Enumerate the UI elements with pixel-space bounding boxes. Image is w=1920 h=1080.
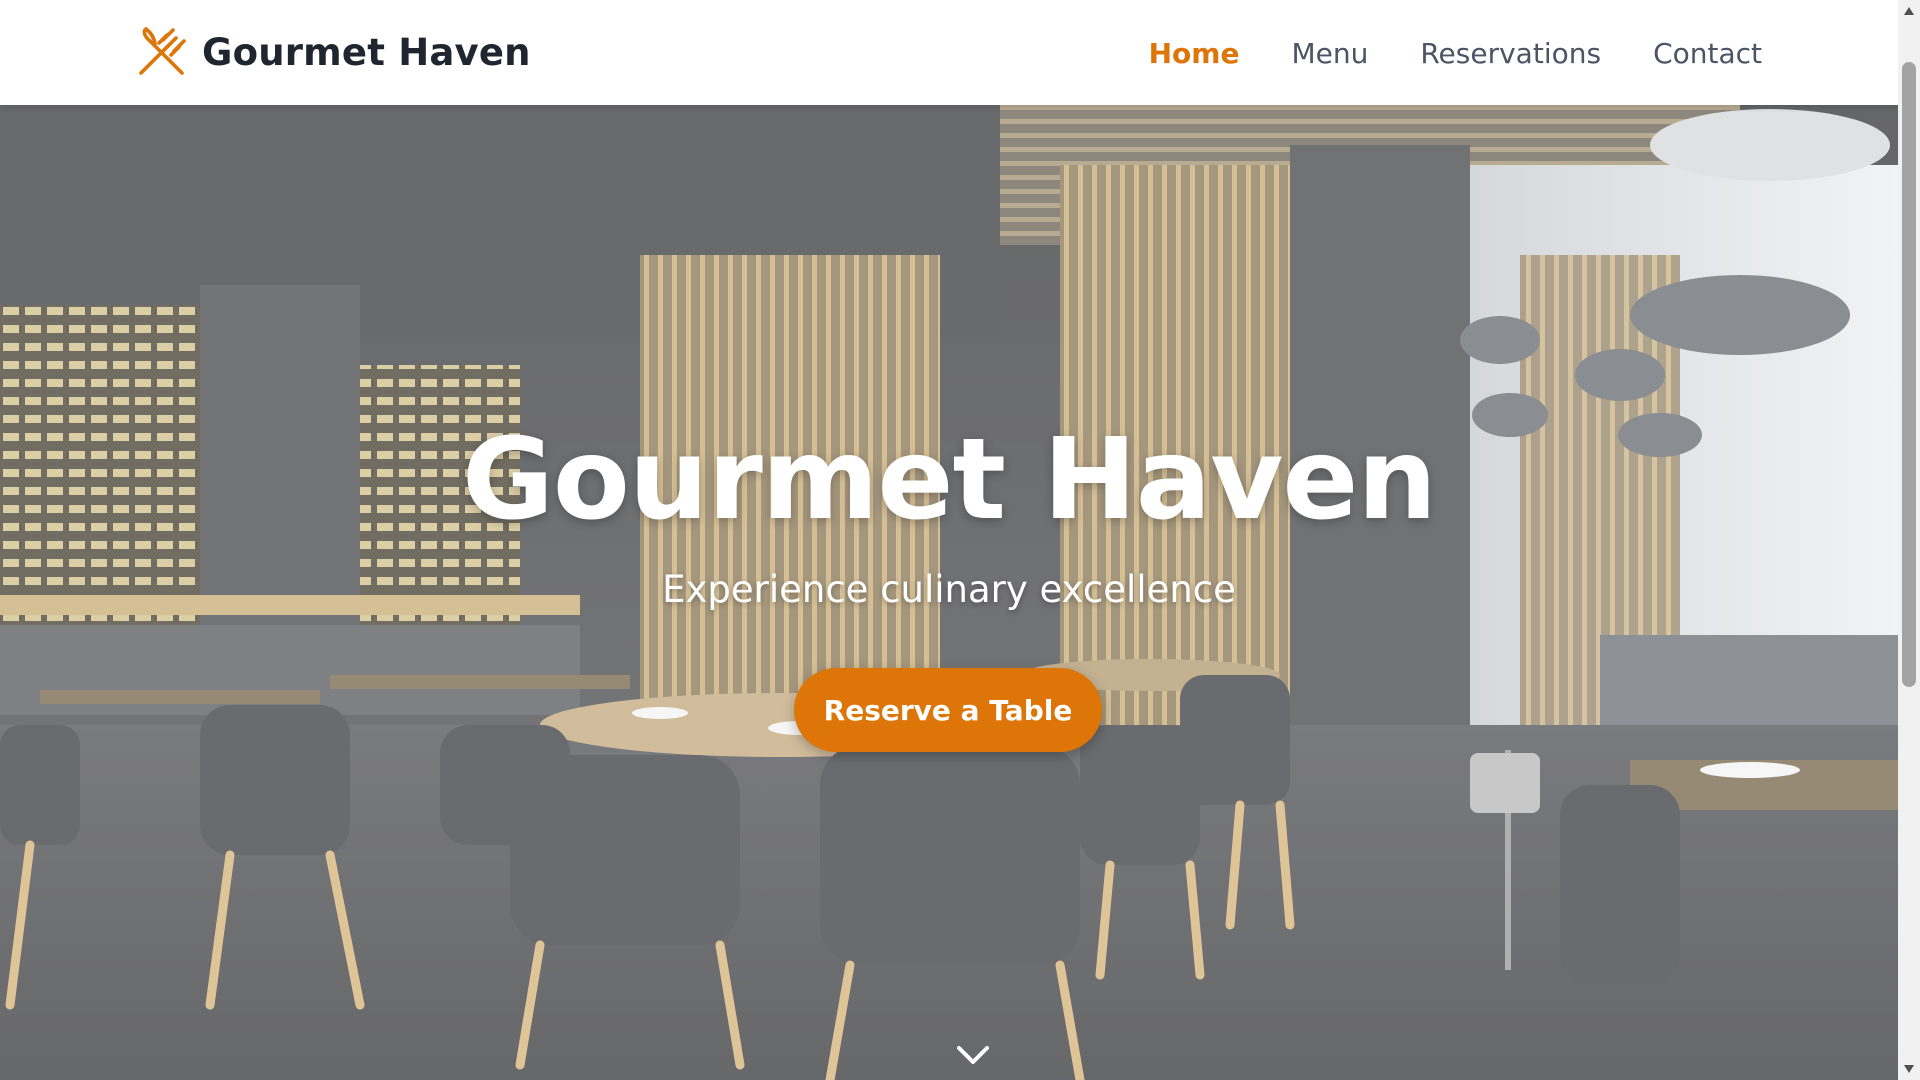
- nav-link-home[interactable]: Home: [1149, 37, 1240, 70]
- hero-title: Gourmet Haven: [461, 415, 1437, 545]
- scroll-up-arrow-icon[interactable]: [1903, 6, 1915, 16]
- scrollbar-thumb[interactable]: [1902, 62, 1916, 687]
- page-scrollbar[interactable]: [1898, 0, 1920, 1080]
- brand-logo-link[interactable]: Gourmet Haven: [136, 26, 531, 78]
- nav-link-menu[interactable]: Menu: [1291, 37, 1368, 70]
- main-nav: Home Menu Reservations Contact: [1149, 30, 1762, 76]
- hero-subtitle: Experience culinary excellence: [662, 568, 1236, 611]
- utensils-cross-icon: [139, 26, 186, 75]
- scroll-down-arrow-icon[interactable]: [1903, 1064, 1915, 1074]
- nav-link-contact[interactable]: Contact: [1653, 37, 1762, 70]
- hero-section: Gourmet Haven Experience culinary excell…: [0, 105, 1898, 1080]
- page: Gourmet Haven Home Menu Reservations Con…: [0, 0, 1898, 1080]
- nav-link-reservations[interactable]: Reservations: [1420, 37, 1601, 70]
- navbar: Gourmet Haven Home Menu Reservations Con…: [0, 0, 1898, 105]
- brand-name: Gourmet Haven: [202, 30, 531, 74]
- chevron-down-icon[interactable]: [955, 1043, 991, 1067]
- reserve-table-button[interactable]: Reserve a Table: [794, 668, 1102, 752]
